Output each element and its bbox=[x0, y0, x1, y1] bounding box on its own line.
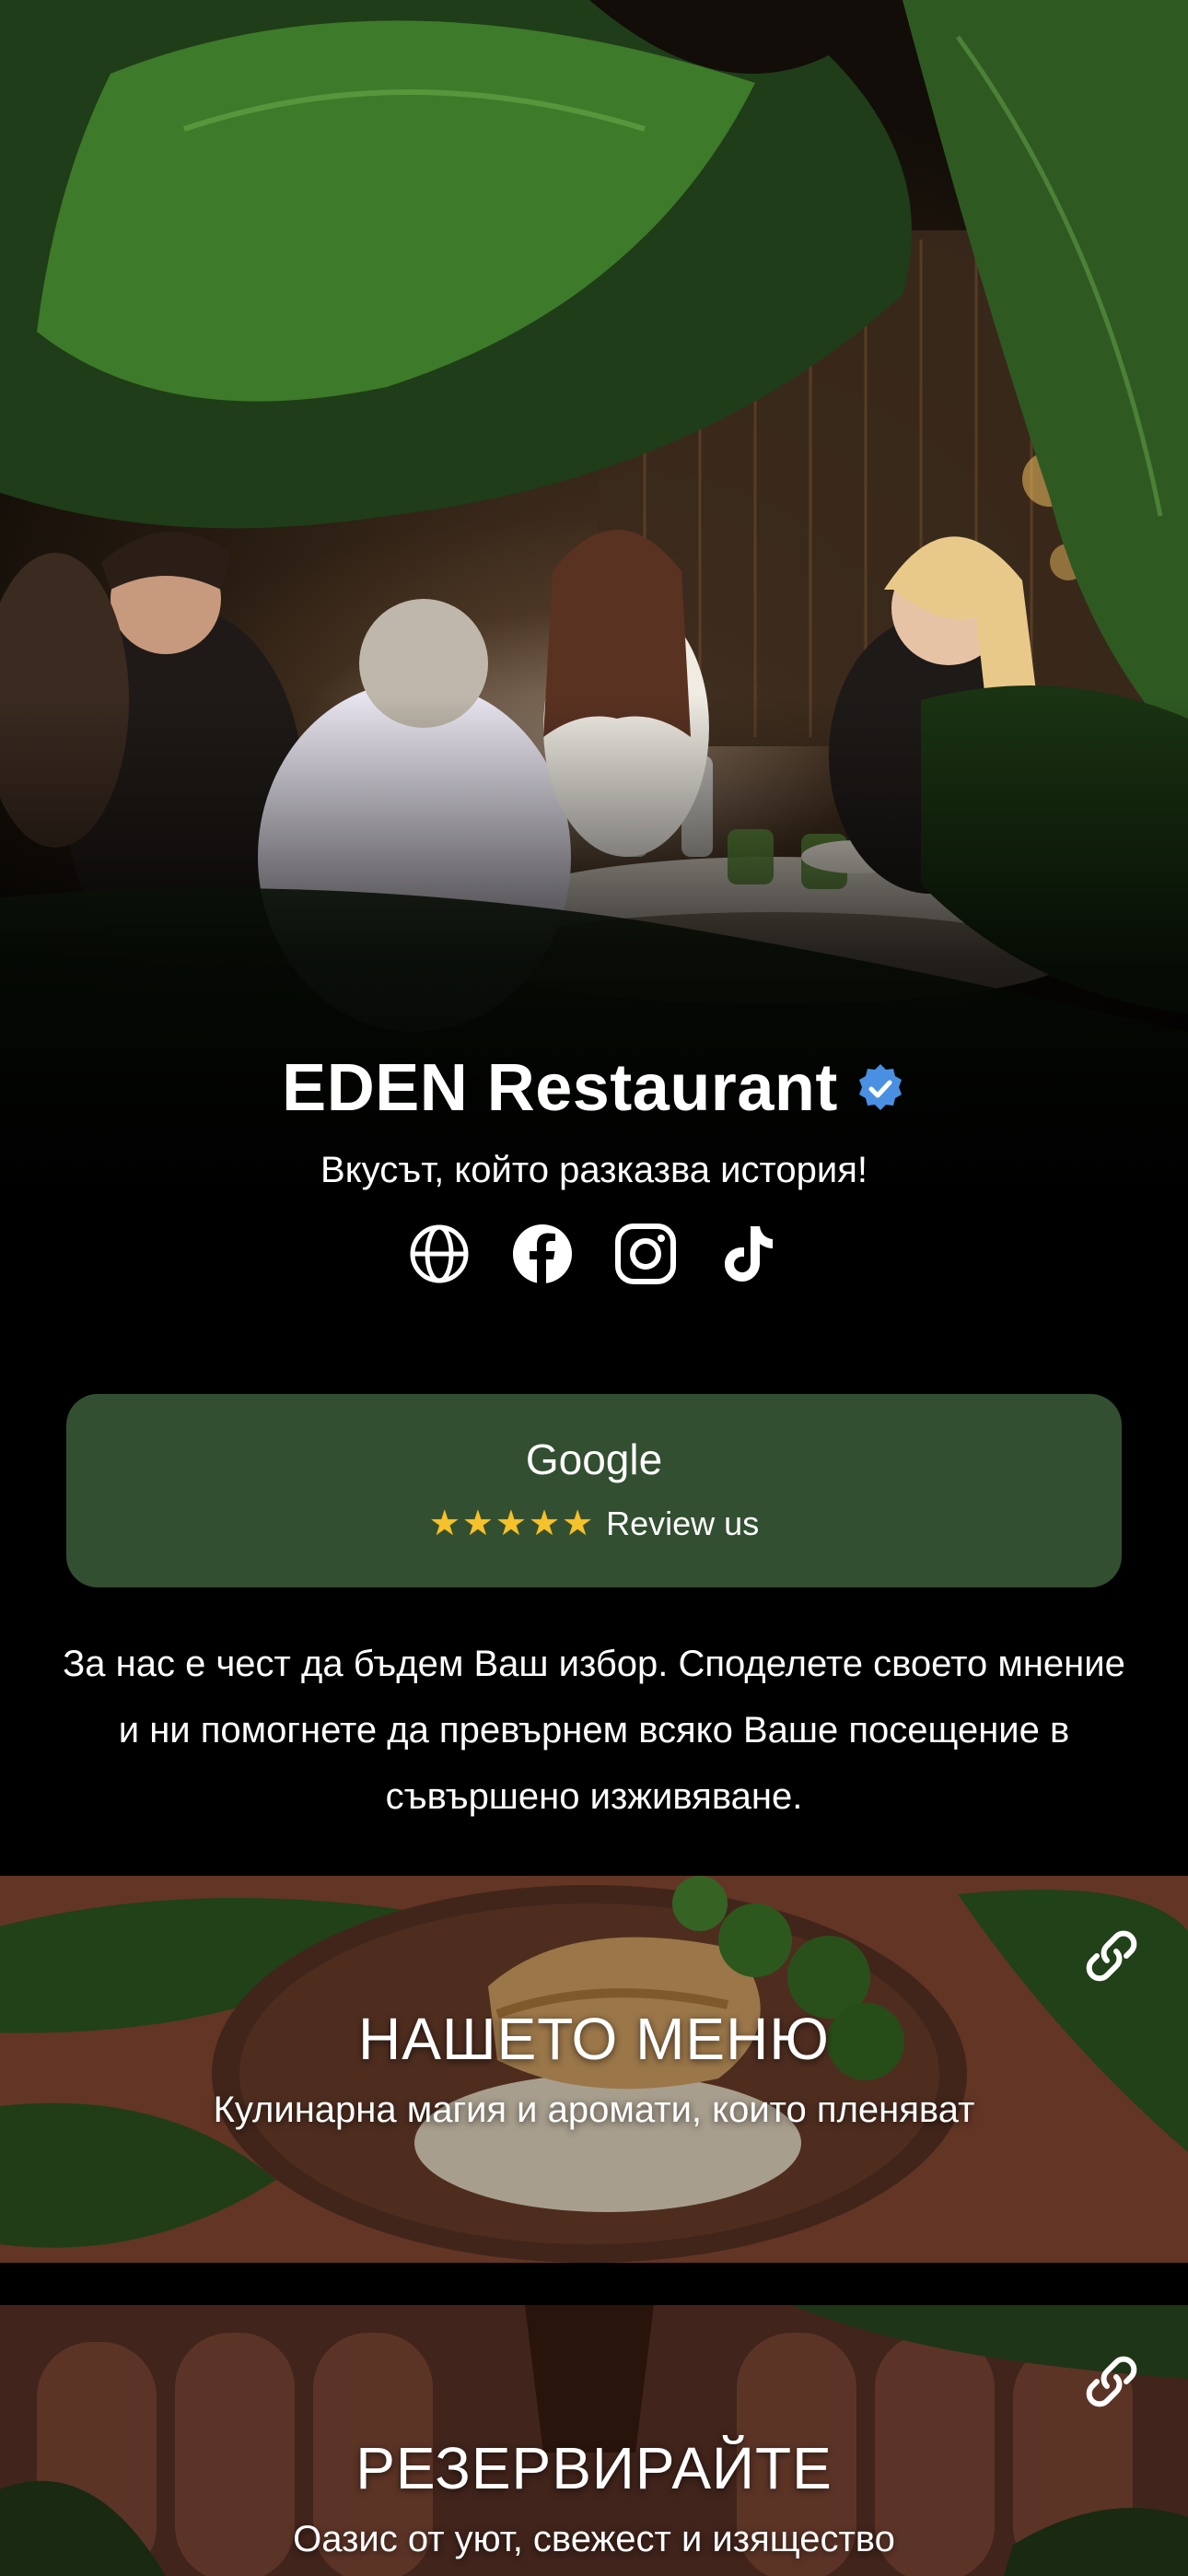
menu-card-subtitle: Кулинарна магия и аромати, които пленява… bbox=[213, 2090, 975, 2130]
reservation-card-title: РЕЗЕРВИРАЙТЕ bbox=[355, 2435, 833, 2501]
link-icon bbox=[1086, 2356, 1137, 2407]
verified-badge-icon bbox=[858, 1064, 902, 1110]
google-review-button[interactable]: Google ★★★★★ Review us bbox=[66, 1394, 1122, 1587]
title-row: EDEN Restaurant bbox=[0, 1050, 1188, 1126]
tiktok-link[interactable] bbox=[717, 1223, 780, 1285]
instagram-icon bbox=[615, 1224, 676, 1284]
website-link[interactable] bbox=[408, 1223, 471, 1285]
profile-header: EDEN Restaurant Вкусът, който разказва и… bbox=[0, 1050, 1188, 1285]
social-links bbox=[0, 1223, 1188, 1285]
about-text: За нас е чест да бъдем Ваш избор. Сподел… bbox=[63, 1644, 1125, 1817]
link-icon bbox=[1086, 1930, 1137, 1982]
facebook-icon bbox=[513, 1224, 572, 1283]
tiktok-icon bbox=[725, 1226, 773, 1282]
facebook-link[interactable] bbox=[511, 1223, 574, 1285]
review-title: Google bbox=[525, 1435, 663, 1483]
globe-icon bbox=[410, 1224, 469, 1283]
menu-card-link[interactable]: НАШЕТО МЕНЮ Кулинарна магия и аромати, к… bbox=[0, 1876, 1188, 2263]
five-stars-icon: ★★★★★ bbox=[428, 1505, 596, 1543]
review-label: Review us bbox=[606, 1504, 760, 1542]
review-subtitle: ★★★★★ Review us bbox=[66, 1503, 1122, 1544]
restaurant-name: EDEN Restaurant bbox=[282, 1051, 838, 1125]
instagram-link[interactable] bbox=[614, 1223, 677, 1285]
reservation-card-subtitle: Оазис от уют, свежест и изящество bbox=[293, 2519, 895, 2559]
hero-cover-image bbox=[0, 0, 1188, 1198]
menu-card-title: НАШЕТО МЕНЮ bbox=[358, 2006, 830, 2072]
reservation-card-link[interactable]: РЕЗЕРВИРАЙТЕ Оазис от уют, свежест и изя… bbox=[0, 2305, 1188, 2576]
hero-gradient-overlay bbox=[0, 0, 1188, 1198]
tagline: Вкусът, който разказва история! bbox=[320, 1150, 868, 1190]
